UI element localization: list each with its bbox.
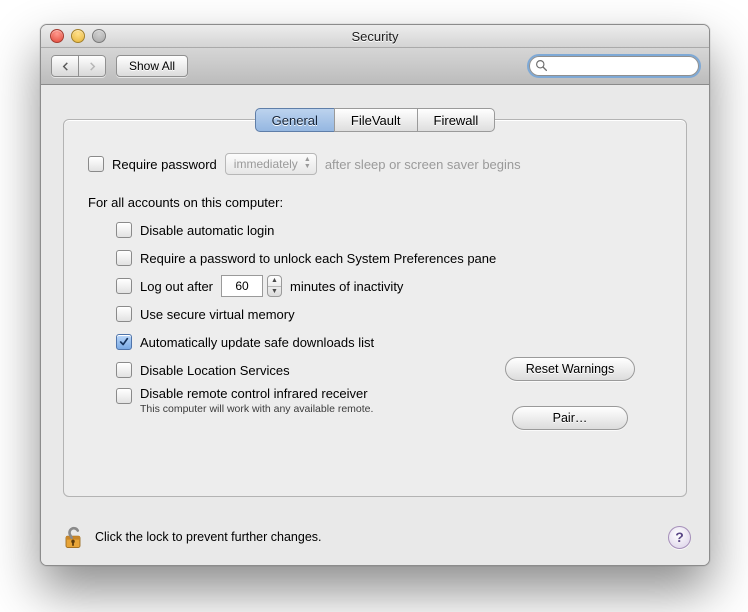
search-icon xyxy=(535,59,548,72)
disable-location-checkbox[interactable] xyxy=(116,362,132,378)
window-zoom-button[interactable] xyxy=(92,29,106,43)
forward-button[interactable] xyxy=(79,55,106,77)
all-accounts-heading: For all accounts on this computer: xyxy=(88,195,283,210)
require-password-label: Require password xyxy=(112,157,217,172)
tab-content-general: Require password immediately ▲▼ after sl… xyxy=(64,120,686,416)
tab-pane: General FileVault Firewall Require passw… xyxy=(63,119,687,497)
tab-firewall[interactable]: Firewall xyxy=(417,108,496,132)
logout-after-suffix: minutes of inactivity xyxy=(290,279,403,294)
titlebar: Security xyxy=(41,25,709,48)
tab-general-label: General xyxy=(272,113,318,128)
toolbar: Show All xyxy=(41,48,709,85)
window-close-button[interactable] xyxy=(50,29,64,43)
tab-filevault[interactable]: FileVault xyxy=(334,108,418,132)
help-button[interactable]: ? xyxy=(668,526,691,549)
disable-auto-login-checkbox[interactable] xyxy=(116,222,132,238)
logout-after-checkbox[interactable] xyxy=(116,278,132,294)
secure-vm-checkbox[interactable] xyxy=(116,306,132,322)
tab-firewall-label: Firewall xyxy=(434,113,479,128)
require-pw-prefs-label: Require a password to unlock each System… xyxy=(140,251,496,266)
prefs-window: Security Show All xyxy=(40,24,710,566)
back-button[interactable] xyxy=(51,55,79,77)
disable-ir-label: Disable remote control infrared receiver xyxy=(140,386,373,401)
show-all-button[interactable]: Show All xyxy=(116,55,188,77)
show-all-label: Show All xyxy=(129,59,175,73)
disable-auto-login-label: Disable automatic login xyxy=(140,223,274,238)
require-password-suffix: after sleep or screen saver begins xyxy=(325,157,521,172)
ir-note: This computer will work with any availab… xyxy=(140,403,373,416)
unlocked-lock-icon[interactable] xyxy=(59,523,87,551)
secure-vm-label: Use secure virtual memory xyxy=(140,307,295,322)
search-input[interactable] xyxy=(529,56,699,76)
require-password-delay-value: immediately xyxy=(234,157,298,171)
popup-arrows-icon: ▲▼ xyxy=(304,156,311,170)
logout-minutes-stepper[interactable]: ▲ ▼ xyxy=(267,275,282,297)
auto-safe-downloads-label: Automatically update safe downloads list xyxy=(140,335,374,350)
require-pw-prefs-checkbox[interactable] xyxy=(116,250,132,266)
disable-ir-checkbox[interactable] xyxy=(116,388,132,404)
window-minimize-button[interactable] xyxy=(71,29,85,43)
search-field-wrap xyxy=(529,56,699,76)
logout-minutes-input[interactable] xyxy=(221,275,263,297)
nav-back-forward xyxy=(51,55,106,77)
require-password-delay-popup[interactable]: immediately ▲▼ xyxy=(225,153,317,175)
body: General FileVault Firewall Require passw… xyxy=(41,85,709,566)
reset-warnings-label: Reset Warnings xyxy=(526,362,614,376)
stepper-down-icon: ▼ xyxy=(268,287,281,297)
auto-safe-downloads-checkbox[interactable] xyxy=(116,334,132,350)
disable-location-label: Disable Location Services xyxy=(140,363,290,378)
window-title: Security xyxy=(41,29,709,44)
stepper-up-icon: ▲ xyxy=(268,276,281,287)
tab-filevault-label: FileVault xyxy=(351,113,401,128)
require-password-checkbox[interactable] xyxy=(88,156,104,172)
tab-strip: General FileVault Firewall xyxy=(64,108,686,132)
reset-warnings-button[interactable]: Reset Warnings xyxy=(505,357,635,381)
pair-button-label: Pair… xyxy=(553,411,588,425)
pair-button[interactable]: Pair… xyxy=(512,406,629,430)
logout-after-prefix: Log out after xyxy=(140,279,213,294)
tab-general[interactable]: General xyxy=(255,108,335,132)
lock-help-text: Click the lock to prevent further change… xyxy=(95,530,322,544)
footer: Click the lock to prevent further change… xyxy=(59,523,691,551)
